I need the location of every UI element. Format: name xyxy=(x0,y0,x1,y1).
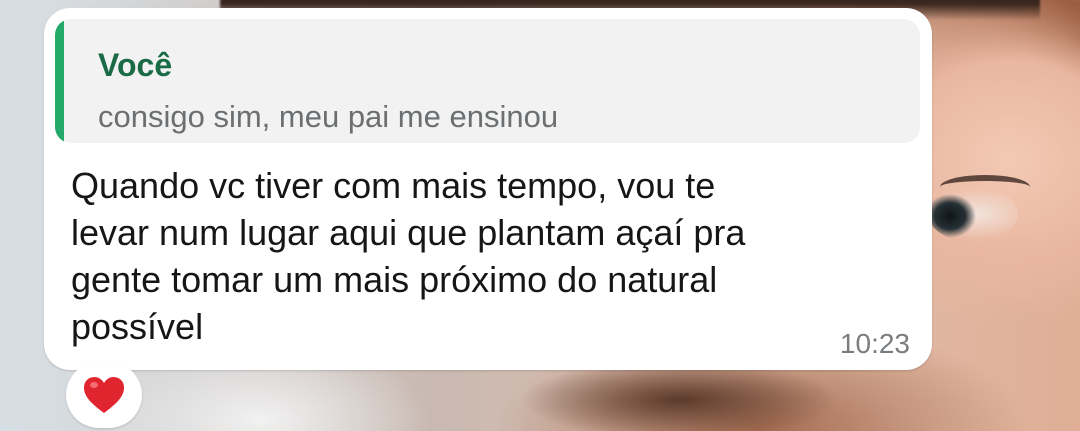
message-timestamp: 10:23 xyxy=(839,328,910,359)
message-text: Quando vc tiver com mais tempo, vou te l… xyxy=(71,165,746,347)
quoted-author: Você xyxy=(98,47,173,83)
heart-icon xyxy=(84,377,124,413)
wallpaper-shadow xyxy=(520,360,840,431)
message-bubble[interactable]: Você consigo sim, meu pai me ensinou Qua… xyxy=(44,8,932,370)
quoted-reply[interactable]: Você consigo sim, meu pai me ensinou xyxy=(55,19,920,143)
quote-accent-bar xyxy=(55,19,64,143)
quoted-text: consigo sim, meu pai me ensinou xyxy=(98,99,559,134)
reaction-badge[interactable] xyxy=(66,362,142,428)
wallpaper-eye xyxy=(928,186,1018,242)
